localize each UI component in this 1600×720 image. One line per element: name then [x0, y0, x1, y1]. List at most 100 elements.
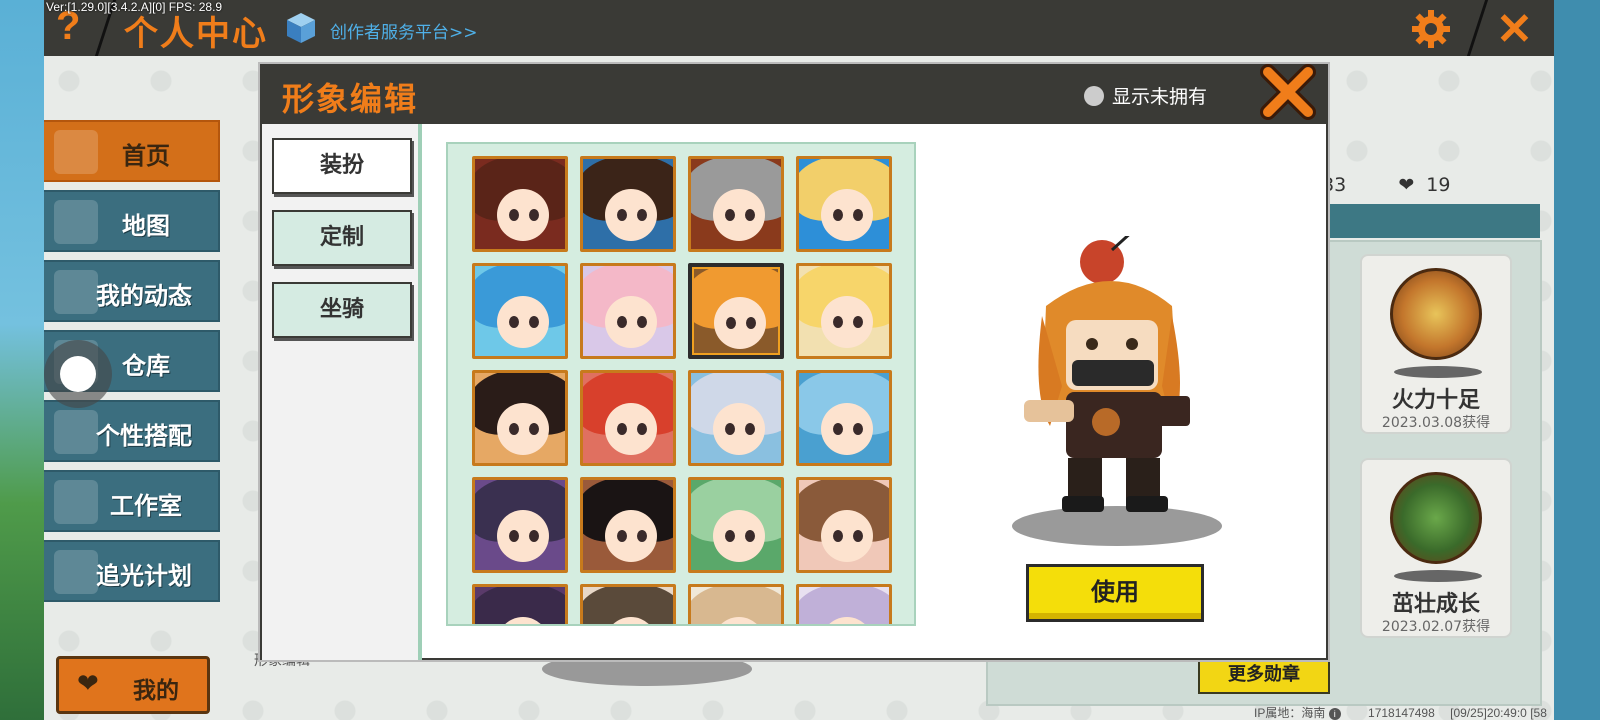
nav-map[interactable]: 地图 [44, 190, 220, 252]
avatar-cell[interactable] [688, 156, 784, 252]
nav-my-activity[interactable]: 我的动态 [44, 260, 220, 322]
category-tabs: 装扮 定制 坐骑 [262, 124, 422, 660]
avatar-eye [745, 209, 755, 221]
avatar-cell[interactable] [796, 156, 892, 252]
character-preview [1024, 236, 1190, 512]
avatar-eye [617, 209, 627, 221]
medal-badge-icon [1390, 472, 1482, 564]
avatar-face [821, 510, 873, 562]
avatar-cell[interactable] [472, 477, 568, 573]
avatar-eye [617, 423, 627, 435]
mine-button[interactable]: ❤ 我的 [56, 656, 210, 714]
avatar-eye [833, 530, 843, 542]
info-icon[interactable]: i [1328, 708, 1341, 720]
medal-badge-icon [1390, 268, 1482, 360]
medal-date: 2023.02.07获得 [1381, 619, 1491, 635]
bell-icon [54, 270, 98, 314]
avatar-face [713, 189, 765, 241]
avatar-face [605, 403, 657, 455]
avatar-face [821, 189, 873, 241]
tab-dress-up[interactable]: 装扮 [272, 138, 412, 194]
medal-card[interactable]: 茁壮成长 2023.02.07获得 [1360, 458, 1512, 638]
avatar-face [497, 296, 549, 348]
avatar-cell[interactable] [796, 477, 892, 573]
version-fps-readout: Ver:[1.29.0][3.4.2.A][0] FPS: 28.9 [46, 0, 223, 14]
avatar-cell[interactable] [472, 156, 568, 252]
avatar-cell[interactable] [580, 370, 676, 466]
avatar-eye [833, 209, 843, 221]
avatar-cell[interactable] [580, 477, 676, 573]
avatar-eye [746, 317, 756, 329]
divider [1466, 0, 1489, 56]
heart-icon: ❤ [77, 669, 99, 699]
medal-card[interactable]: 火力十足 2023.03.08获得 [1360, 254, 1512, 434]
avatar-eye [637, 209, 647, 221]
avatar-cell[interactable] [688, 477, 784, 573]
avatar-eye [509, 209, 519, 221]
avatar-eye [745, 530, 755, 542]
plan-icon [54, 550, 98, 594]
nav-light-plan[interactable]: 追光计划 [44, 540, 220, 602]
avatar-cell[interactable] [472, 370, 568, 466]
avatar-cell[interactable] [688, 584, 784, 624]
avatar-eye [637, 530, 647, 542]
avatar-face [821, 403, 873, 455]
avatar-eye [509, 530, 519, 542]
avatar-cell[interactable] [796, 584, 892, 624]
avatar-face [821, 296, 873, 348]
timestamp: [09/25]20:49:0 [58 [1450, 706, 1547, 720]
avatar-cell[interactable] [580, 584, 676, 624]
likes-count: 19 [1426, 174, 1451, 196]
avatar-cell[interactable] [580, 156, 676, 252]
nav-studio[interactable]: 工作室 [44, 470, 220, 532]
footer-info: IP属地：海南 i 1718147498 [09/25]20:49:0 [58 [1254, 704, 1547, 720]
close-icon[interactable] [1258, 62, 1318, 122]
tab-customize[interactable]: 定制 [272, 210, 412, 266]
avatar-eye [726, 317, 736, 329]
avatar-grid[interactable] [446, 142, 916, 626]
creator-platform-link[interactable]: 创作者服务平台>> [330, 18, 478, 43]
avatar-eye [833, 316, 843, 328]
map-icon [54, 200, 98, 244]
avatar-eye [529, 209, 539, 221]
creator-cube-icon[interactable] [286, 12, 316, 44]
more-medals-button[interactable]: 更多勋章 [1198, 656, 1330, 694]
avatar-eye [529, 316, 539, 328]
likes-heart-icon: ❤ [1398, 174, 1415, 196]
avatar-cell[interactable] [688, 370, 784, 466]
avatar-eye [529, 423, 539, 435]
tab-mount[interactable]: 坐骑 [272, 282, 412, 338]
avatar-cell[interactable] [580, 263, 676, 359]
avatar-face [713, 403, 765, 455]
radio-icon[interactable] [1084, 86, 1104, 106]
avatar-face [497, 189, 549, 241]
gear-icon[interactable] [1410, 8, 1452, 50]
background-edge [1554, 0, 1600, 720]
avatar-eye [853, 209, 863, 221]
top-bar: ? 个人中心 创作者服务平台>> ✕ [44, 0, 1554, 56]
ip-location: IP属地：海南 [1254, 706, 1326, 720]
avatar-cell[interactable] [796, 263, 892, 359]
dialog-header: 形象编辑 显示未拥有 [262, 64, 1326, 124]
avatar-eye [617, 316, 627, 328]
avatar-cell[interactable] [688, 263, 784, 359]
dialog-title: 形象编辑 [282, 80, 419, 118]
avatar-face [497, 510, 549, 562]
medal-name: 茁壮成长 [1391, 592, 1480, 617]
avatar-eye [853, 423, 863, 435]
avatar-cell[interactable] [472, 263, 568, 359]
avatar-eye [509, 423, 519, 435]
avatar-eye [745, 423, 755, 435]
avatar-eye [725, 423, 735, 435]
avatar-cell[interactable] [796, 370, 892, 466]
nav-outfit[interactable]: 个性搭配 [44, 400, 220, 462]
floating-joystick[interactable] [44, 340, 112, 408]
avatar-eye [509, 316, 519, 328]
nav-home[interactable]: 首页 [44, 120, 220, 182]
show-unowned-toggle[interactable]: 显示未拥有 [1084, 82, 1207, 109]
close-icon[interactable]: ✕ [1496, 4, 1533, 55]
avatar-eye [637, 423, 647, 435]
avatar-eye [637, 316, 647, 328]
use-button[interactable]: 使用 [1026, 564, 1204, 622]
avatar-cell[interactable] [472, 584, 568, 624]
